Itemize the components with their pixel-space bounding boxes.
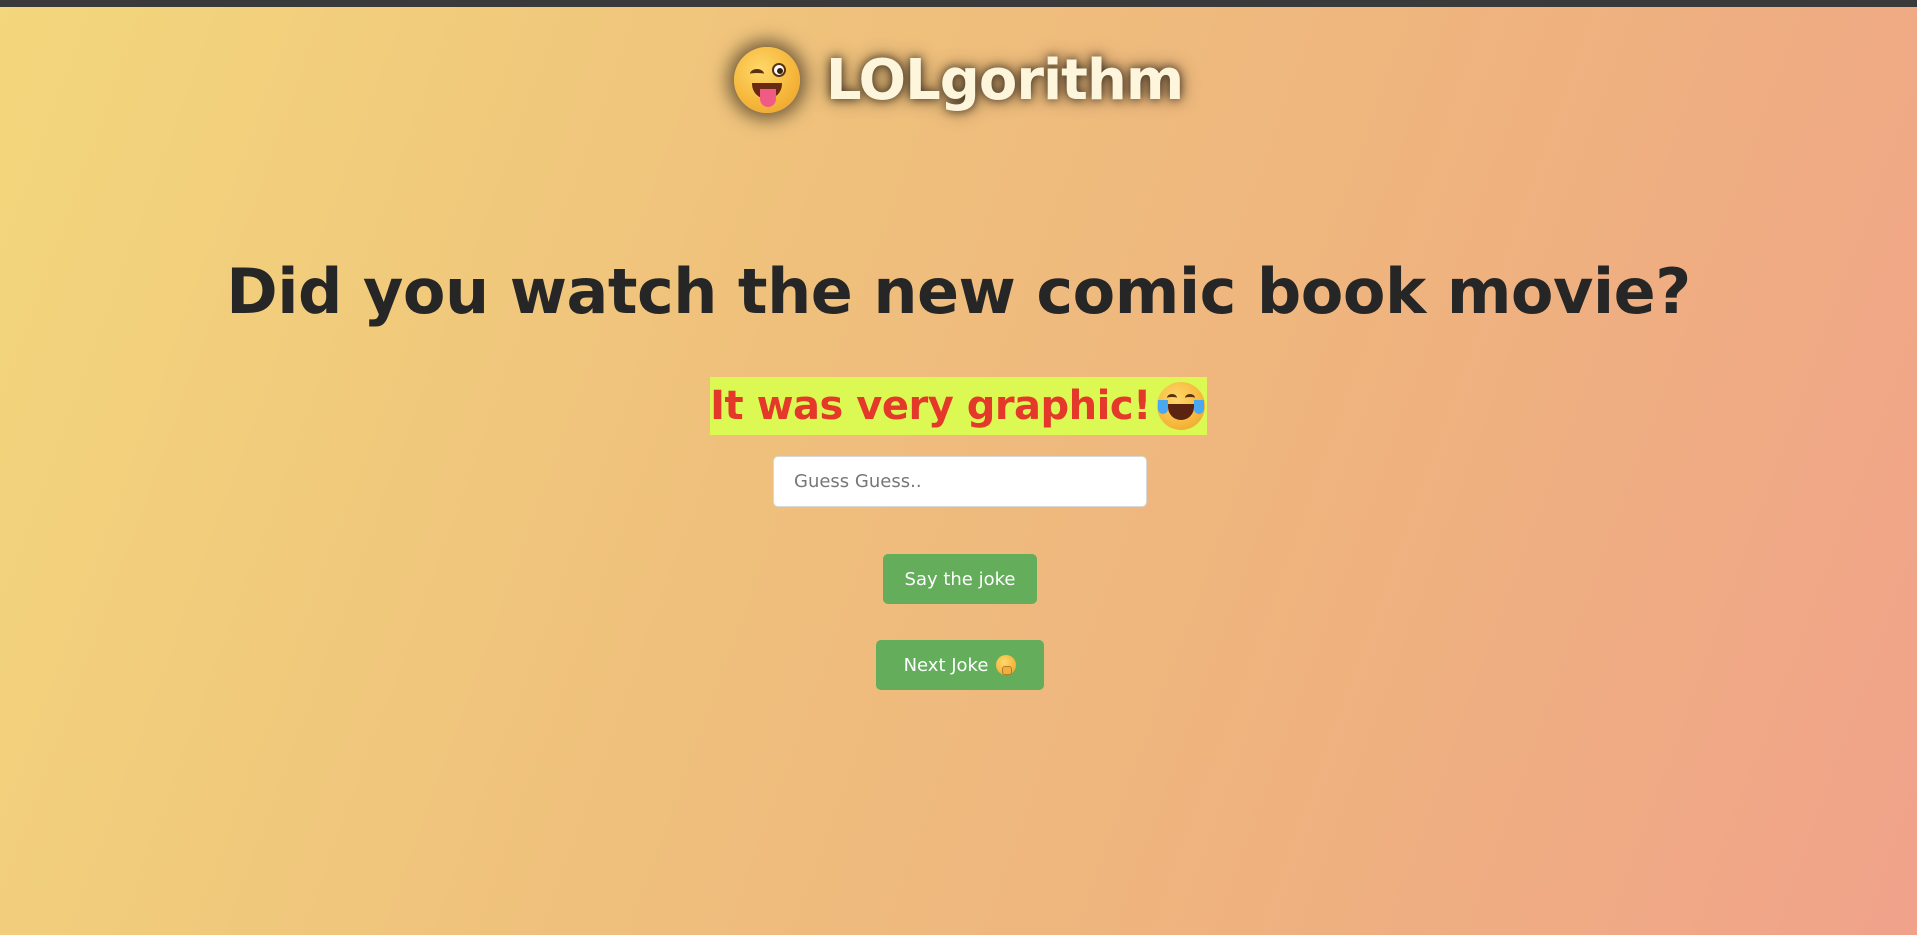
- face-with-tears-of-joy-icon: [1156, 382, 1205, 430]
- winking-face-with-tongue-icon: [733, 47, 800, 113]
- browser-top-strip: [0, 0, 1917, 7]
- say-the-joke-button[interactable]: Say the joke: [883, 554, 1037, 604]
- guess-input[interactable]: [773, 456, 1147, 507]
- joke-answer: It was very graphic!: [710, 377, 1207, 435]
- joke-question: Did you watch the new comic book movie?: [226, 255, 1691, 328]
- face-with-hand-over-mouth-icon: [996, 655, 1017, 675]
- say-the-joke-label: Say the joke: [904, 568, 1016, 590]
- app-header: LOLgorithm: [0, 40, 1917, 120]
- joke-answer-text: It was very graphic!: [710, 383, 1151, 429]
- app-title: LOLgorithm: [825, 47, 1184, 113]
- joke-answer-container: It was very graphic!: [0, 377, 1917, 435]
- next-joke-label: Next Joke: [903, 654, 989, 676]
- next-joke-button[interactable]: Next Joke: [876, 640, 1044, 690]
